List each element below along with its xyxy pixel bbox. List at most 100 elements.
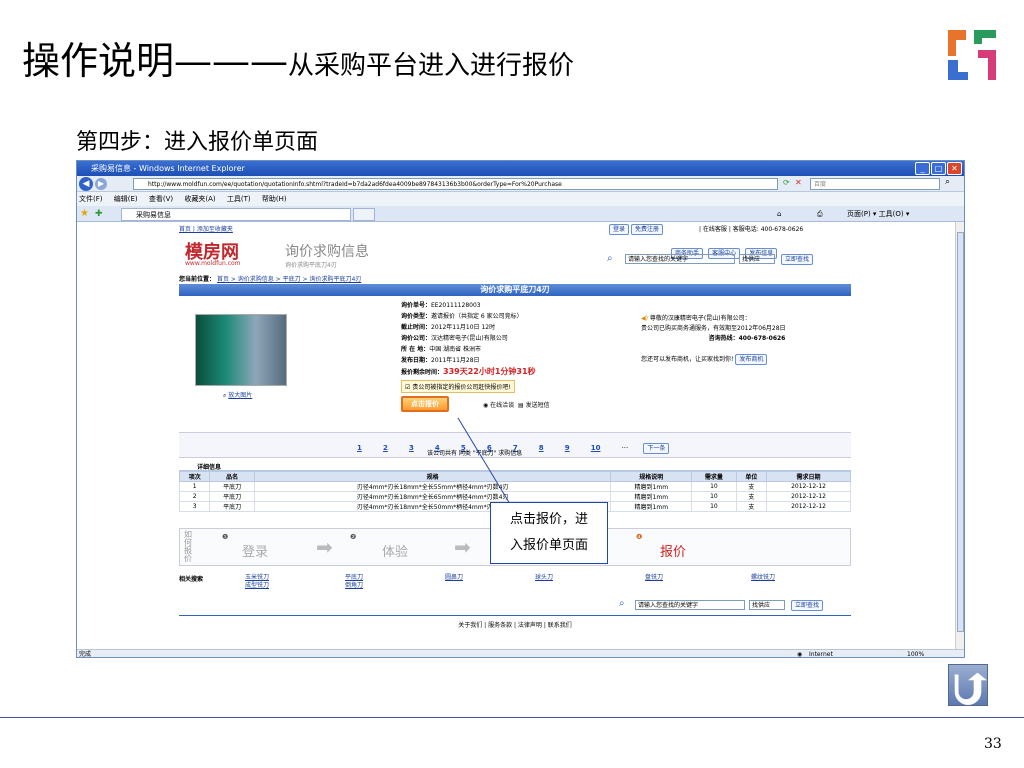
column-header: 品名 [209, 471, 255, 482]
column-header: 规格 [253, 471, 612, 482]
table-cell: 10 [691, 501, 737, 512]
callout-line-1: 点击报价，进 [509, 512, 588, 527]
site-url: www.moldfun.com [185, 260, 241, 267]
page-number: 33 [984, 736, 1002, 752]
site-footer-links[interactable]: 关于我们 | 服务条款 | 法律声明 | 联系我们 [179, 620, 851, 629]
step-login: 登录 [242, 545, 269, 560]
section-subtitle: 询价求购平底刀4刃 [285, 262, 337, 269]
minimize-button[interactable]: _ [915, 162, 930, 175]
scrollbar[interactable] [955, 222, 964, 649]
sms-icon: ▤ [518, 402, 524, 409]
home-icon[interactable]: ⌂ [777, 206, 781, 222]
send-sms-link[interactable]: 发送短信 [526, 402, 550, 409]
breadcrumb[interactable]: 首页 > 询价求购信息 > 平底刀 > 询价求购平底刀4刃 [217, 276, 361, 283]
stop-icon[interactable]: ✕ [795, 178, 802, 187]
back-arrow-icon[interactable]: ◀ [79, 177, 93, 191]
page-link-3[interactable]: 3 [409, 444, 414, 452]
detail-banner: 询价求购平底刀4刃 [179, 284, 851, 296]
quote-button[interactable]: 点击报价 [401, 396, 449, 412]
page-tools-menu[interactable]: 页面(P) ▾ 工具(O) ▾ [847, 206, 909, 222]
table-cell: 支 [735, 491, 768, 502]
enlarge-image-link[interactable]: 放大图片 [228, 392, 252, 399]
scrollbar-thumb[interactable] [957, 232, 964, 632]
register-button[interactable]: 免费注册 [630, 224, 663, 235]
table-cell: 精磨到1mm [610, 491, 693, 502]
forward-arrow-icon[interactable]: ▶ [95, 178, 107, 190]
search-now-button[interactable]: 立即查找 [781, 254, 814, 265]
related-link[interactable]: 螺纹铣刀 [751, 572, 775, 581]
menu-favorites[interactable]: 收藏夹(A) [184, 195, 215, 203]
page-link-1[interactable]: 1 [357, 444, 362, 452]
column-header: 规格说明 [610, 471, 693, 482]
step-1-marker: ❶ [222, 533, 229, 541]
search-box[interactable]: 百度 [810, 178, 940, 190]
next-item-button[interactable]: 下一条 [643, 443, 670, 454]
product-image[interactable] [195, 314, 287, 386]
menu-view[interactable]: 查看(V) [149, 195, 173, 203]
menu-file[interactable]: 文件(F) [79, 195, 103, 203]
title-sub: 从采购平台进入进行报价 [288, 51, 575, 81]
section-title: 询价求购信息 [285, 244, 369, 260]
step-quote: 报价 [660, 545, 687, 560]
table-cell: 平底刀 [209, 481, 255, 492]
table-row: 1 平底刀 刃径4mm*刃长18mm*全长55mm*柄径4mm*刃数4刃 精磨到1mm… [178, 481, 851, 492]
page-link-10[interactable]: 10 [591, 444, 601, 452]
url-input[interactable]: http://www.moldfun.com/ee/quotation/quot… [133, 178, 778, 190]
step-2-marker: ❷ [350, 533, 357, 541]
related-link[interactable]: 倒角刀 [345, 580, 363, 589]
related-link[interactable]: 球头刀 [535, 572, 553, 581]
search-icon[interactable]: ⌕ [945, 177, 950, 187]
menu-tools[interactable]: 工具(T) [227, 195, 251, 203]
step-heading: 第四步：进入报价单页面 [76, 130, 319, 155]
favorites-star-icon[interactable]: ★ [80, 206, 89, 222]
callout-line-2: 入报价单页面 [509, 538, 588, 553]
search-now-button-bottom[interactable]: 立即查找 [791, 600, 824, 611]
status-text: 完成 [79, 651, 92, 658]
menu-edit[interactable]: 编辑(E) [114, 195, 138, 203]
supplier-select-bottom[interactable]: 找供应 [749, 600, 785, 610]
zoom-level[interactable]: 100% [907, 650, 924, 657]
page-link-8[interactable]: 8 [539, 444, 544, 452]
keyword-input-bottom[interactable]: 请输入您查找的关键字 [635, 600, 745, 610]
print-icon[interactable]: ⎙ [817, 206, 823, 222]
top-links[interactable]: 首页 | 添加至收藏夹 [179, 226, 233, 233]
new-tab-button[interactable] [353, 208, 375, 221]
table-cell: 平底刀 [209, 491, 255, 502]
table-cell: 2012-12-12 [766, 501, 851, 512]
status-bar: 完成 ◉ Internet 100% [77, 649, 964, 658]
post-prompt: 您还可以发布商机，让买家找到你! [641, 356, 734, 363]
detail-header: 详细信息 [179, 462, 851, 471]
arrow-right-icon: ➡ [316, 535, 333, 559]
table-cell: 精磨到1mm [610, 481, 693, 492]
pagination-ellipsis: ··· [621, 444, 629, 452]
related-link[interactable]: 盘铣刀 [645, 572, 663, 581]
column-header: 项次 [178, 471, 211, 482]
related-link[interactable]: 成型铣刀 [245, 580, 269, 589]
tab-current[interactable]: 采购易信息 [121, 208, 351, 221]
related-link[interactable]: 圆鼻刀 [445, 572, 463, 581]
table-cell: 支 [735, 501, 768, 512]
page-link-9[interactable]: 9 [565, 444, 570, 452]
post-biz-button[interactable]: 发布商机 [735, 354, 768, 365]
quote-notice: ☑ 贵公司被指定的报价公司赶快报价吧! [401, 380, 515, 393]
result-summary: 该公司共有 同类 "平底刀" 求购信息 [427, 450, 523, 457]
table-cell: 平底刀 [209, 501, 255, 512]
tab-label: 采购易信息 [136, 211, 171, 219]
maximize-button[interactable]: □ [931, 162, 946, 175]
add-favorite-icon[interactable]: ✚ [95, 206, 103, 222]
column-header: 需求日期 [766, 471, 851, 482]
table-cell: 3 [178, 501, 211, 512]
close-button[interactable]: ✕ [947, 162, 962, 175]
table-cell: 10 [691, 481, 737, 492]
related-label: 相关搜索 [179, 576, 204, 583]
keyword-input[interactable]: 请输入您查找的关键字 [625, 254, 735, 264]
menu-help[interactable]: 帮助(H) [262, 195, 287, 203]
supplier-select[interactable]: 找供应 [739, 254, 775, 264]
search-icon: ⌕ [619, 598, 625, 609]
return-button[interactable] [948, 664, 988, 706]
table-cell: 2 [178, 491, 211, 502]
refresh-icon[interactable]: ⟳ [783, 178, 790, 187]
page-link-2[interactable]: 2 [383, 444, 388, 452]
login-button[interactable]: 登录 [609, 224, 630, 235]
online-chat-link[interactable]: 在线洽谈 [490, 402, 514, 409]
